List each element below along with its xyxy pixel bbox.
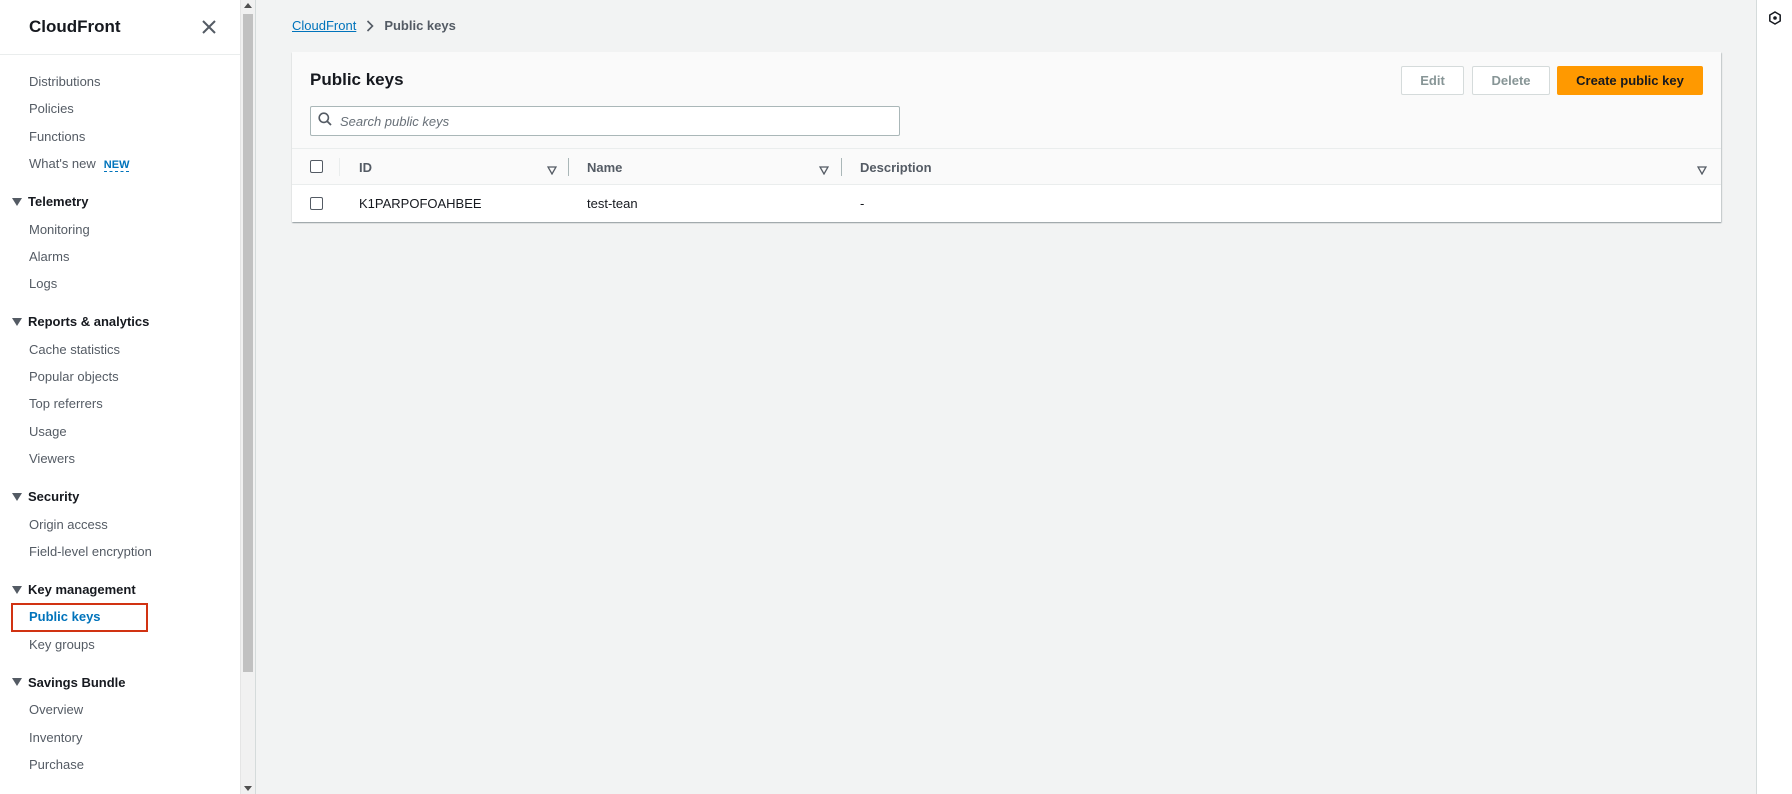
public-keys-panel: Public keys Edit Delete Create public ke… — [292, 52, 1721, 222]
column-divider[interactable] — [568, 158, 569, 176]
section-label: Savings Bundle — [28, 674, 126, 690]
scroll-down-arrow-icon[interactable] — [244, 786, 252, 791]
search-input[interactable] — [340, 113, 880, 129]
scroll-up-arrow-icon[interactable] — [244, 3, 252, 8]
row-checkbox[interactable] — [310, 196, 323, 210]
side-navigation: CloudFront Distributions Policies Functi… — [0, 0, 240, 794]
sidebar-item-field-level-encryption[interactable]: Field-level encryption — [0, 538, 240, 565]
sidebar-nav: Distributions Policies Functions What's … — [0, 55, 240, 778]
section-label: Key management — [28, 582, 136, 598]
sidebar-item-whats-new[interactable]: What's new NEW — [0, 150, 240, 177]
section-telemetry[interactable]: Telemetry — [0, 188, 240, 215]
sidebar-item-public-keys[interactable]: Public keys — [0, 603, 240, 630]
cell-name: test-tean — [587, 195, 638, 211]
section-label: Security — [28, 489, 80, 505]
delete-button[interactable]: Delete — [1472, 66, 1550, 95]
sidebar-item-label: What's new — [29, 156, 96, 172]
sidebar-item-viewers[interactable]: Viewers — [0, 445, 240, 472]
sidebar-item-usage[interactable]: Usage — [0, 418, 240, 445]
sort-caret-icon[interactable] — [1696, 163, 1708, 176]
breadcrumb: CloudFront Public keys — [292, 18, 456, 33]
caret-down-icon — [12, 197, 22, 206]
sidebar-item-top-referrers[interactable]: Top referrers — [0, 390, 240, 417]
table-row[interactable]: K1PARPOFOAHBEE test-tean - — [292, 185, 1721, 221]
sidebar-item-monitoring[interactable]: Monitoring — [0, 216, 240, 243]
caret-down-icon — [12, 492, 22, 501]
sidebar-item-key-groups[interactable]: Key groups — [0, 631, 240, 658]
right-tools-rail — [1756, 0, 1792, 794]
column-header-id[interactable]: ID — [359, 149, 372, 185]
sidebar-item-popular-objects[interactable]: Popular objects — [0, 363, 240, 390]
sidebar-item-logs[interactable]: Logs — [0, 270, 240, 297]
create-public-key-button[interactable]: Create public key — [1557, 66, 1703, 95]
section-label: Reports & analytics — [28, 314, 150, 330]
table-header: ID Name Description — [292, 149, 1721, 185]
caret-down-icon — [12, 585, 22, 594]
sidebar-item-functions[interactable]: Functions — [0, 123, 240, 150]
new-badge: NEW — [103, 159, 130, 173]
select-all-checkbox[interactable] — [310, 160, 323, 173]
column-header-description[interactable]: Description — [860, 149, 932, 185]
caret-down-icon — [12, 678, 22, 687]
sidebar-item-cache-statistics[interactable]: Cache statistics — [0, 336, 240, 363]
page-title: Public keys — [310, 70, 404, 89]
cell-description: - — [860, 195, 865, 211]
panel-header: Public keys Edit Delete Create public ke… — [292, 52, 1721, 149]
chevron-right-icon — [366, 19, 374, 32]
section-key-management[interactable]: Key management — [0, 576, 240, 603]
close-icon[interactable] — [198, 16, 220, 38]
edit-button[interactable]: Edit — [1401, 66, 1464, 95]
breadcrumb-current: Public keys — [384, 18, 456, 33]
column-divider — [339, 158, 340, 176]
section-savings-bundle[interactable]: Savings Bundle — [0, 669, 240, 696]
sidebar-divider — [255, 0, 256, 794]
info-panel-icon[interactable] — [1768, 11, 1782, 25]
sidebar-item-origin-access[interactable]: Origin access — [0, 511, 240, 538]
sidebar-item-alarms[interactable]: Alarms — [0, 243, 240, 270]
sidebar-item-purchase[interactable]: Purchase — [0, 751, 240, 778]
sidebar-header: CloudFront — [0, 0, 240, 55]
active-item-wrapper: Public keys — [0, 603, 240, 633]
sort-caret-icon[interactable] — [546, 163, 558, 176]
cell-id: K1PARPOFOAHBEE — [359, 195, 482, 211]
search-icon — [318, 111, 332, 131]
section-reports-analytics[interactable]: Reports & analytics — [0, 308, 240, 335]
scroll-thumb[interactable] — [243, 14, 253, 672]
sidebar-item-distributions[interactable]: Distributions — [0, 68, 240, 95]
sort-caret-icon[interactable] — [818, 163, 830, 176]
section-label: Telemetry — [28, 194, 89, 210]
caret-down-icon — [12, 318, 22, 326]
column-header-name[interactable]: Name — [587, 149, 622, 185]
column-divider[interactable] — [841, 158, 842, 176]
sidebar-scrollbar[interactable] — [240, 0, 255, 794]
sidebar-title[interactable]: CloudFront — [29, 17, 121, 37]
sidebar-item-inventory[interactable]: Inventory — [0, 724, 240, 751]
section-security[interactable]: Security — [0, 483, 240, 510]
breadcrumb-cloudfront-link[interactable]: CloudFront — [292, 18, 356, 33]
search-field[interactable] — [310, 106, 900, 136]
sidebar-item-overview[interactable]: Overview — [0, 696, 240, 723]
sidebar-item-policies[interactable]: Policies — [0, 95, 240, 122]
